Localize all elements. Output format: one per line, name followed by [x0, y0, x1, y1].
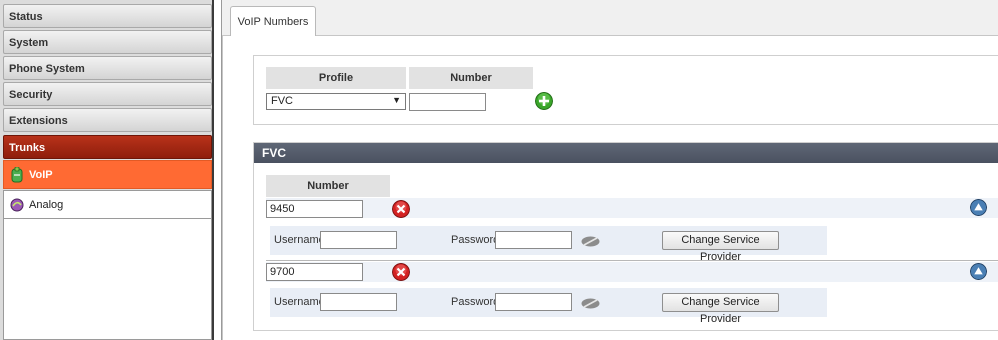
- nav-phone-system[interactable]: Phone System: [3, 56, 212, 80]
- change-service-provider-button[interactable]: Change Service Provider: [662, 293, 779, 325]
- nav-extensions[interactable]: Extensions: [3, 108, 212, 132]
- voip-icon: [11, 167, 23, 183]
- sidebar: Status System Phone System Security Exte…: [0, 0, 214, 340]
- username-input[interactable]: [320, 293, 397, 311]
- show-password-icon[interactable]: [581, 236, 600, 247]
- number-row-9450: [266, 198, 998, 218]
- collapse-up-icon[interactable]: [970, 199, 987, 216]
- delete-number-button[interactable]: [392, 200, 410, 218]
- fvc-panel-title: FVC: [254, 143, 998, 163]
- tab-bar: VoIP Numbers: [222, 0, 998, 37]
- delete-number-button[interactable]: [392, 263, 410, 281]
- content-panel: Profile Number FVC ▼ FVC Number 9450 Use…: [222, 36, 998, 340]
- add-number-panel: Profile Number FVC ▼: [253, 55, 998, 125]
- nav-system[interactable]: System: [3, 30, 212, 54]
- nav-status[interactable]: Status: [3, 4, 212, 28]
- subnav-voip[interactable]: VoIP: [3, 160, 212, 189]
- change-service-provider-button[interactable]: Change Service Provider: [662, 231, 779, 263]
- nav-security[interactable]: Security: [3, 82, 212, 106]
- collapse-up-icon[interactable]: [970, 263, 987, 280]
- sidebar-empty-area: [3, 219, 212, 340]
- profile-select[interactable]: FVC ▼: [266, 93, 406, 110]
- analog-icon: [10, 198, 24, 212]
- subnav-analog[interactable]: Analog: [3, 190, 212, 219]
- new-number-input[interactable]: [409, 93, 486, 111]
- subnav-voip-label: VoIP: [29, 169, 53, 181]
- dropdown-arrow-icon: ▼: [392, 95, 401, 105]
- fvc-panel: FVC Number 9450 Username: Password: Chan…: [253, 142, 998, 331]
- add-number-button[interactable]: [535, 92, 553, 110]
- row-divider: [266, 260, 998, 261]
- username-input[interactable]: [320, 231, 397, 249]
- subnav-analog-label: Analog: [29, 199, 64, 211]
- number-input-9700[interactable]: 9700: [266, 263, 363, 281]
- profile-column-header: Profile: [266, 67, 406, 89]
- password-input[interactable]: [495, 293, 572, 311]
- show-password-icon[interactable]: [581, 298, 600, 309]
- profile-select-value: FVC: [271, 95, 293, 107]
- number-column-header: Number: [409, 67, 533, 89]
- tab-voip-numbers[interactable]: VoIP Numbers: [230, 6, 316, 37]
- password-input[interactable]: [495, 231, 572, 249]
- number-row-9700: [266, 262, 998, 282]
- main-area: VoIP Numbers Profile Number FVC ▼ FVC Nu…: [221, 0, 998, 340]
- number-input-9450[interactable]: 9450: [266, 200, 363, 218]
- fvc-number-column-header: Number: [266, 175, 390, 197]
- nav-trunks[interactable]: Trunks: [3, 135, 212, 159]
